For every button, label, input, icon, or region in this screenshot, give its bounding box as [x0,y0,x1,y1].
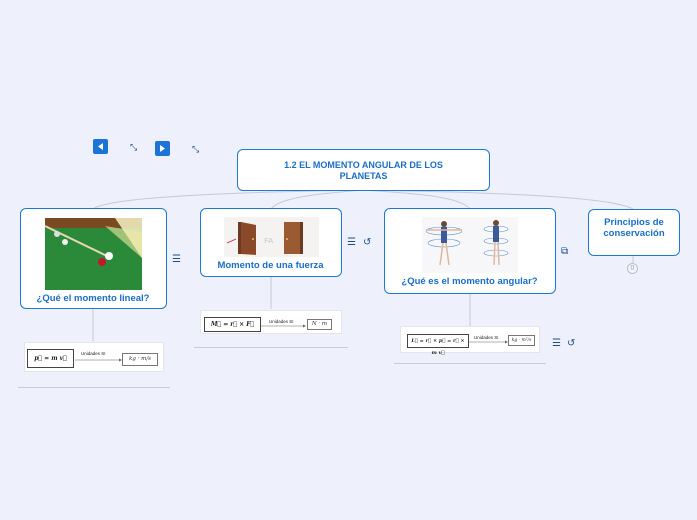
divider [18,387,170,388]
root-title: 1.2 EL MOMENTO ANGULAR DE LOS PLANETAS [284,160,443,181]
next-slide-button[interactable] [155,141,170,156]
arrow-icon [469,340,508,344]
divider [394,363,546,364]
skater-image [422,217,518,273]
formula-angular-momentum[interactable]: L⃗ = r⃗ × p⃗ = r⃗ × m v⃗ Unidades SI kg … [400,326,540,356]
attachment-icon-2[interactable]: ↺ [567,339,575,349]
door-image: FA [224,217,319,257]
topic-label: ¿Qué es el momento angular? [401,276,538,287]
next-slide-icon [160,145,165,152]
svg-text:FA: FA [264,237,274,245]
attachment-icon[interactable]: ↺ [363,238,371,248]
formula-unit: kg · m/s [122,353,158,366]
formula-equation: L⃗ = r⃗ × p⃗ = r⃗ × m v⃗ [407,334,469,356]
formula-unit: kg · m²/s [508,335,535,346]
formula-caption: Unidades SI [81,351,106,356]
expand-icon-2[interactable]: ⤡ [192,144,199,154]
notes-icon-2[interactable]: ☰ [347,238,356,248]
root-topic[interactable]: 1.2 EL MOMENTO ANGULAR DE LOS PLANETAS [237,149,490,191]
prev-slide-button[interactable] [93,139,108,154]
arrow-icon [261,324,306,328]
formula-linear-momentum[interactable]: p⃗ = m v⃗ Unidades SI kg · m/s [24,342,164,372]
formula-equation: M⃗ = r⃗ × F⃗ [204,317,261,332]
topic-label: Principios de conservación [603,217,665,239]
formula-equation: p⃗ = m v⃗ [27,349,74,368]
arrow-icon [75,358,122,362]
notes-icon[interactable]: ☰ [172,255,181,265]
topic-torque[interactable]: FA Momento de una fuerza [200,208,342,277]
billiards-image [45,218,142,290]
collapsed-count-badge[interactable]: 0 [627,263,638,274]
notes-icon-3[interactable]: ☰ [552,339,561,349]
topic-conservation[interactable]: Principios de conservación [588,209,680,256]
topic-label: Momento de una fuerza [217,260,324,271]
prev-slide-icon [98,143,103,150]
external-link-icon[interactable]: ⧉ [561,247,568,257]
formula-unit: N · m [307,319,332,330]
topic-angular-momentum[interactable]: ¿Qué es el momento angular? [384,208,556,294]
expand-icon[interactable]: ⤡ [130,142,137,152]
topic-linear-momentum[interactable]: ¿Qué el momento lineal? [20,208,167,309]
topic-label: ¿Qué el momento lineal? [36,293,150,304]
divider [194,347,348,348]
formula-torque[interactable]: M⃗ = r⃗ × F⃗ Unidades SI N · m [200,310,342,334]
